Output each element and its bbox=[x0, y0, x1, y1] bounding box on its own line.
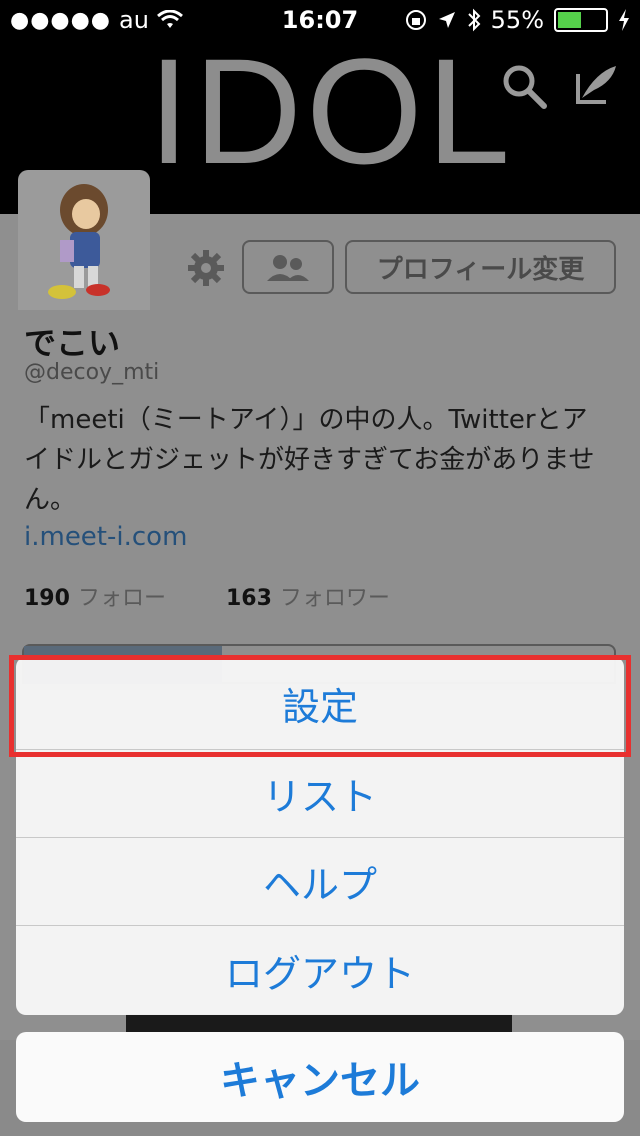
edit-profile-button[interactable]: プロフィール変更 bbox=[345, 240, 616, 294]
friends-button[interactable] bbox=[242, 240, 334, 294]
header-banner-title: IDOL bbox=[148, 27, 515, 195]
following-label: フォロー bbox=[77, 586, 166, 611]
settings-gear-icon[interactable] bbox=[186, 248, 226, 288]
following-count-group[interactable]: 190 フォロー bbox=[24, 580, 166, 612]
followers-label: フォロワー bbox=[279, 586, 390, 611]
profile-link[interactable]: i.meet-i.com bbox=[24, 522, 187, 552]
people-icon bbox=[267, 255, 309, 281]
cancel-button[interactable]: キャンセル bbox=[16, 1032, 624, 1122]
compose-tweet-icon[interactable] bbox=[572, 62, 620, 110]
profile-bio: 「meeti（ミートアイ）」の中の人。Twitterとアイドルとガジェットが好き… bbox=[24, 405, 595, 515]
action-help-button[interactable]: ヘルプ bbox=[16, 838, 624, 926]
followers-count: 163 bbox=[225, 586, 272, 611]
avatar[interactable] bbox=[18, 170, 150, 310]
following-count: 190 bbox=[24, 586, 70, 611]
profile-handle: @decoy_mti bbox=[24, 360, 160, 385]
search-icon[interactable] bbox=[500, 62, 548, 110]
followers-count-group[interactable]: 163 フォロワー bbox=[226, 580, 390, 612]
charging-icon bbox=[619, 9, 629, 31]
action-logout-button[interactable]: ログアウト bbox=[16, 926, 624, 1014]
profile-name: でこい bbox=[24, 324, 121, 362]
action-sheet: 設定 リスト ヘルプ ログアウト bbox=[16, 657, 624, 1015]
battery-icon bbox=[554, 8, 608, 32]
avatar-character-image bbox=[48, 184, 110, 299]
action-settings-button[interactable]: 設定 bbox=[16, 657, 624, 750]
follow-counts: 190 フォロー 163 フォロワー bbox=[24, 580, 390, 612]
action-lists-button[interactable]: リスト bbox=[16, 750, 624, 838]
